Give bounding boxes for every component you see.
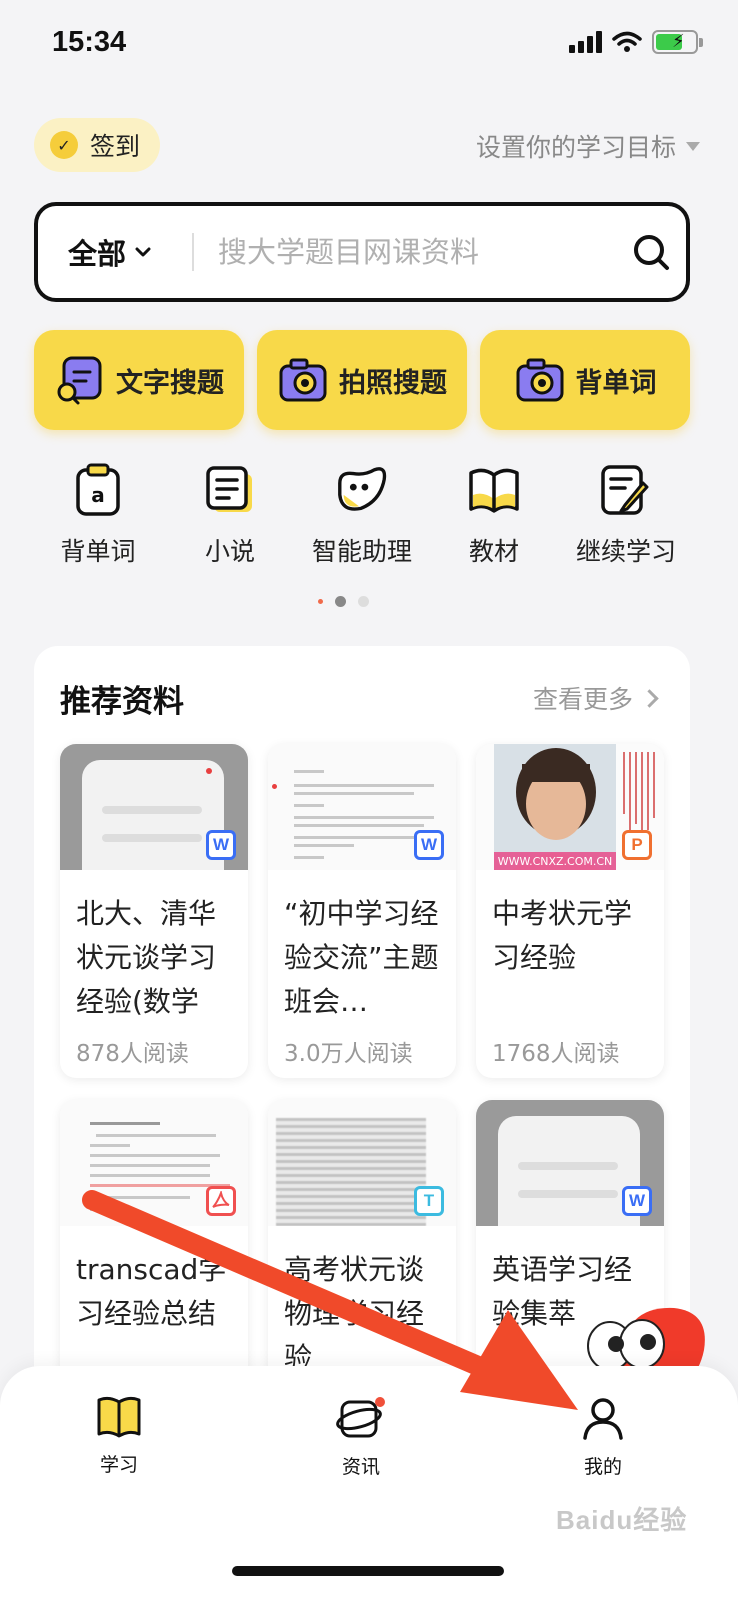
document-title: 高考状元谈物理学习经验 — [284, 1253, 425, 1374]
tab-mine[interactable]: 我的 — [538, 1396, 668, 1479]
text-file-icon: T — [414, 1186, 444, 1216]
document-thumbnail — [60, 1100, 248, 1226]
photo-search-label: 拍照搜题 — [339, 367, 447, 399]
document-title: 中考状元学习经验 — [492, 897, 633, 974]
assistant-icon — [334, 462, 390, 518]
set-goal-button[interactable]: 设置你的学习目标 — [476, 128, 700, 164]
quick-item-label: 教材 — [468, 537, 519, 566]
home-indicator[interactable] — [232, 1566, 504, 1576]
search-bar: 全部 — [34, 202, 690, 302]
watermark: Baidu经验 — [556, 1505, 688, 1535]
checkin-button[interactable]: ✓ 签到 — [34, 118, 160, 172]
ppt-file-icon: P — [622, 830, 652, 860]
search-scope-dropdown[interactable]: 全部 — [38, 231, 192, 273]
textbook-icon — [466, 462, 522, 518]
word-file-icon: W — [206, 830, 236, 860]
quick-item-novel[interactable]: 小说 — [164, 462, 296, 568]
camera-icon — [514, 354, 566, 406]
quick-item-label: 背单词 — [60, 537, 136, 566]
document-thumbnail: W — [60, 744, 248, 870]
text-search-button[interactable]: 文字搜题 — [34, 330, 244, 430]
book-icon — [97, 1396, 141, 1438]
document-title: 北大、清华状元谈学习经验(数学 — [76, 897, 217, 1018]
document-card[interactable]: W “初中学习经验交流”主题班会… 3.0万人阅读 — [268, 744, 456, 1078]
tab-study[interactable]: 学习 — [54, 1396, 184, 1477]
view-more-link[interactable]: 查看更多 — [532, 680, 659, 716]
recommend-title: 推荐资料 — [60, 684, 184, 720]
view-more-label: 查看更多 — [532, 685, 633, 714]
quick-item-assistant[interactable]: 智能助理 — [296, 462, 428, 568]
chevron-down-icon — [135, 247, 151, 257]
document-title: transcad学习经验总结 — [76, 1253, 227, 1330]
document-thumbnail: T — [268, 1100, 456, 1226]
status-bar: 15:34 ⚡ — [0, 0, 738, 90]
tab-label: 我的 — [583, 1456, 622, 1478]
document-thumbnail: WWW.CNXZ.COM.CN P — [476, 744, 664, 870]
photo-search-button[interactable]: 拍照搜题 — [257, 330, 467, 430]
bottom-tab-bar: 学习 资讯 我的 — [0, 1366, 738, 1600]
svg-text:a: a — [91, 483, 105, 507]
check-icon: ✓ — [50, 131, 78, 159]
chevron-right-icon — [640, 688, 659, 708]
quick-item-continue-study[interactable]: 继续学习 — [560, 462, 692, 568]
vocabulary-label: 背单词 — [575, 367, 657, 399]
quick-item-textbook[interactable]: 教材 — [428, 462, 560, 568]
document-card[interactable]: WWW.CNXZ.COM.CN P 中考状元学习经验 1768人阅读 — [476, 744, 664, 1078]
pdf-file-icon — [206, 1186, 236, 1216]
search-input[interactable] — [194, 235, 616, 269]
status-time: 15:34 — [52, 26, 127, 58]
tab-label: 学习 — [99, 1454, 138, 1476]
tab-news[interactable]: 资讯 — [296, 1396, 426, 1479]
primary-actions: 文字搜题 拍照搜题 背单词 — [34, 330, 690, 430]
document-reads: 3.0万人阅读 — [284, 1041, 413, 1067]
document-thumbnail: W — [476, 1100, 664, 1226]
camera-icon — [277, 354, 329, 406]
photo-caption: WWW.CNXZ.COM.CN — [498, 855, 613, 868]
document-reads: 1768人阅读 — [492, 1041, 620, 1067]
status-icons: ⚡ — [569, 30, 703, 54]
quick-item-label: 智能助理 — [311, 537, 412, 566]
quick-item-vocabulary[interactable]: a 背单词 — [32, 462, 164, 568]
word-file-icon: W — [622, 1186, 652, 1216]
vocabulary-icon: a — [70, 462, 126, 518]
text-search-label: 文字搜题 — [116, 367, 224, 399]
continue-study-icon — [598, 462, 654, 518]
battery-icon: ⚡ — [652, 30, 703, 54]
novel-icon — [202, 462, 258, 518]
quick-menu: a 背单词 小说 智能助理 教材 继续学习 — [32, 462, 692, 568]
quick-item-label: 继续学习 — [575, 537, 676, 566]
document-thumbnail: W — [268, 744, 456, 870]
news-icon — [336, 1397, 385, 1438]
set-goal-label: 设置你的学习目标 — [475, 133, 676, 162]
triangle-down-icon — [686, 141, 700, 151]
document-reads: 878人阅读 — [76, 1041, 189, 1067]
word-file-icon: W — [414, 830, 444, 860]
search-icon[interactable] — [616, 232, 686, 272]
tab-label: 资讯 — [341, 1456, 380, 1478]
quick-item-label: 小说 — [204, 537, 255, 566]
wifi-icon — [612, 31, 642, 52]
signal-icon — [569, 31, 602, 53]
checkin-label: 签到 — [90, 132, 141, 161]
text-search-icon — [54, 354, 106, 406]
search-scope-label: 全部 — [68, 237, 127, 271]
person-icon — [583, 1398, 623, 1440]
page-indicator — [318, 596, 369, 607]
document-card[interactable]: W 北大、清华状元谈学习经验(数学 878人阅读 — [60, 744, 248, 1078]
vocabulary-button[interactable]: 背单词 — [480, 330, 690, 430]
document-title: “初中学习经验交流”主题班会… — [284, 897, 439, 1018]
